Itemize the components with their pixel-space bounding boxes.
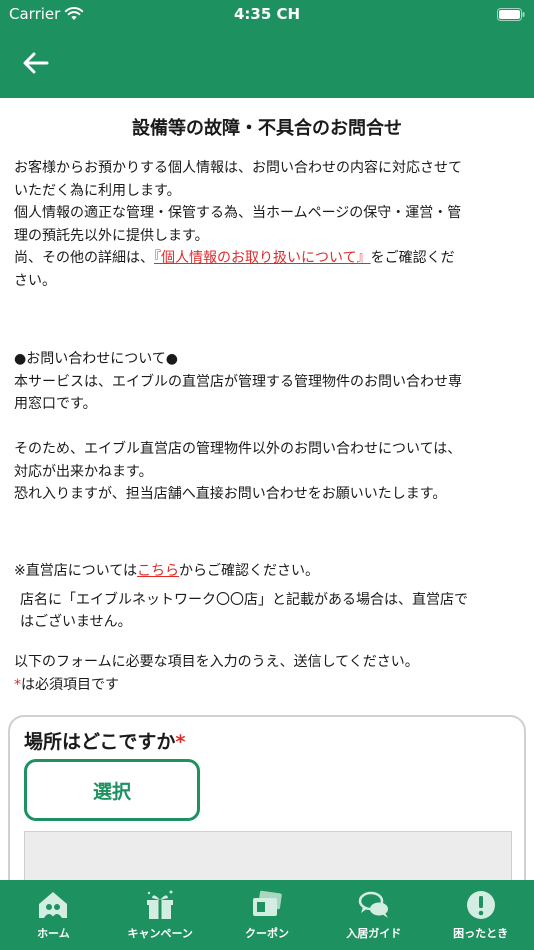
privacy-line: いただく為に利用します。 [14, 182, 181, 199]
tab-bar: ホーム キャンペーン クーポン 入居ガイド 困ったとき [0, 880, 534, 950]
privacy-line: 個人情報の適正な管理・保管する為、当ホームページの保守・運営・管 [14, 205, 462, 221]
privacy-notice: お客様からお預かりする個人情報は、お問い合わせの内容に対応させて いただく為に利… [14, 157, 522, 292]
tab-label: 入居ガイド [346, 927, 402, 940]
store-notice: ※直営店についてはこちらからご確認ください。 店名に「エイブルネットワーク〇〇店… [14, 560, 522, 634]
tab-guide[interactable]: 入居ガイド [320, 880, 427, 950]
inquiry-line: 対応が出来かねます。 [14, 463, 153, 480]
privacy-policy-link[interactable]: 『個人情報のお取り扱いについて』 [154, 250, 371, 266]
inquiry-line: 恐れ入りますが、担当店舗へ直接お問い合わせをお願いいたします。 [14, 486, 447, 502]
store-line: ※直営店についてはこちらからご確認ください。 [14, 560, 522, 583]
privacy-line: お客様からお預かりする個人情報は、お問い合わせの内容に対応させて [14, 160, 462, 176]
arrow-left-icon [23, 52, 49, 74]
store-note: 店名に「エイブルネットワーク〇〇店」と記載がある場合は、直営店で はございません… [14, 589, 522, 634]
tab-home[interactable]: ホーム [0, 880, 107, 950]
store-text: ※直営店については [14, 563, 138, 579]
store-note-line: はございません。 [20, 614, 132, 630]
select-button[interactable]: 選択 [24, 759, 200, 821]
chat-icon [358, 891, 388, 918]
inquiry-notice: ●お問い合わせについて● 本サービスは、エイブルの直営店が管理する管理物件のお問… [14, 348, 522, 506]
tab-label: ホーム [37, 927, 70, 940]
inquiry-line: 用窓口です。 [14, 396, 97, 412]
home-icon [39, 892, 68, 918]
required-mark: * [14, 676, 21, 693]
privacy-text: をご確認くだ [370, 250, 455, 266]
battery-icon [497, 8, 525, 21]
gift-icon [147, 890, 174, 919]
store-text: からご確認ください。 [179, 563, 320, 579]
form-intro-line: 以下のフォームに必要な項目を入力のうえ、送信してください。 [14, 654, 419, 670]
tab-label: キャンペーン [127, 927, 193, 940]
inquiry-line: そのため、エイブル直営店の管理物件以外のお問い合わせについては、 [14, 441, 462, 457]
page-title: 設備等の故障・不具合のお問合せ [132, 118, 402, 139]
store-list-link[interactable]: こちら [137, 563, 179, 579]
location-selection-field[interactable] [24, 831, 512, 880]
location-form-card: 場所はどこですか* 選択 [8, 715, 526, 880]
coupon-icon [252, 890, 282, 916]
store-note-line: 店名に「エイブルネットワーク〇〇店」と記載がある場合は、直営店で [20, 591, 468, 608]
required-text: は必須項目です [21, 676, 119, 693]
content-area: 設備等の故障・不具合のお問合せ お客様からお預かりする個人情報は、お問い合わせの… [0, 98, 534, 880]
alert-icon [466, 891, 495, 919]
inquiry-heading: ●お問い合わせについて● [14, 351, 179, 367]
tab-coupon[interactable]: クーポン [214, 880, 321, 950]
clock: 4:35 CH [233, 5, 301, 23]
privacy-line: さい。 [14, 272, 56, 289]
tab-label: クーポン [244, 927, 289, 940]
required-mark: * [175, 731, 186, 753]
tab-trouble[interactable]: 困ったとき [427, 880, 534, 950]
back-button[interactable] [18, 45, 54, 81]
form-intro: 以下のフォームに必要な項目を入力のうえ、送信してください。 *は必須項目です [14, 651, 522, 696]
required-note: *は必須項目です [14, 674, 522, 697]
tab-campaign[interactable]: キャンペーン [107, 880, 214, 950]
inquiry-line: 本サービスは、エイブルの直営店が管理する管理物件のお問い合わせ専 [14, 373, 462, 390]
nav-bar [0, 30, 534, 98]
privacy-text: 尚、その他の詳細は、 [14, 250, 154, 266]
location-label: 場所はどこですか* [24, 727, 185, 754]
status-bar: Carrier 4:35 CH [0, 0, 534, 30]
tab-label: 困ったとき [453, 927, 509, 940]
privacy-line: 尚、その他の詳細は、『個人情報のお取り扱いについて』をご確認くだ [14, 247, 522, 270]
location-label-text: 場所はどこですか [24, 731, 176, 753]
privacy-line: 理の預託先以外に提供します。 [14, 227, 209, 244]
